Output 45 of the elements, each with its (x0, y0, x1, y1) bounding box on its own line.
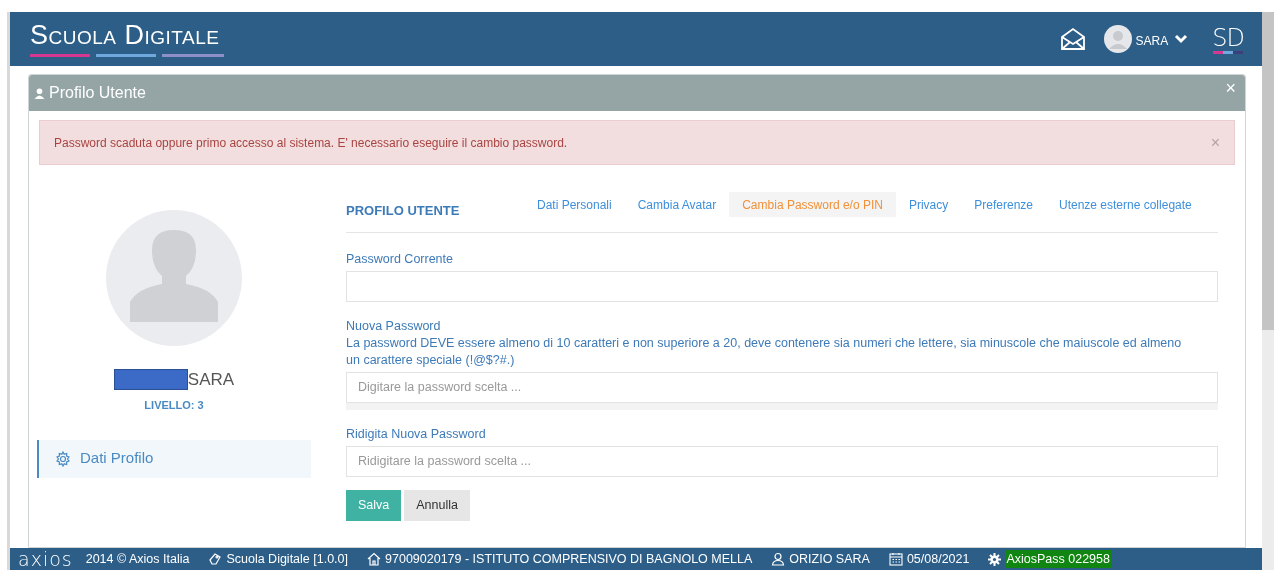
profile-tab[interactable]: Cambia Password e/o PIN (729, 192, 896, 218)
user-name-link[interactable]: SARA (1135, 31, 1169, 50)
calendar-icon (888, 552, 903, 566)
settings-icon (988, 552, 1002, 566)
section-title: PROFILO UTENTE (346, 202, 461, 220)
field-hint: La password DEVE essere almeno di 10 caratteri e non superiore a 20, deve contenere sia numeri che lettere, sia minuscole che maiuscole ed almeno un carattere speciale (!@$?#.) (346, 334, 1183, 369)
profile-tab[interactable]: Dati Personali (524, 192, 625, 218)
save-button[interactable]: Salva (346, 489, 402, 521)
scrollbar-track[interactable] (1262, 12, 1274, 570)
profile-tab[interactable]: Preferenze (961, 192, 1046, 218)
profile-tab[interactable]: Privacy (895, 192, 962, 218)
profile-level: LIVELLO: 3 (144, 398, 204, 413)
close-button[interactable]: × (1210, 134, 1220, 151)
scrollbar-thumb[interactable] (1262, 12, 1274, 330)
user-avatar-icon[interactable] (1103, 25, 1132, 53)
password-input-field[interactable]: Digitare la password scelta ... (346, 371, 1218, 403)
cancel-button[interactable]: Annulla (404, 489, 470, 521)
panel-title: Profilo Utente (49, 83, 146, 103)
footer-pass-text: AxiosPass 022958 (1005, 549, 1111, 569)
field-label: Ridigita Nuova Password (346, 425, 487, 443)
footer-user-text: ORIZIO SARA (789, 550, 870, 568)
alert-message: Password scaduta oppure primo accesso al sistema. E' necessario eseguire il cambio password. (54, 134, 569, 152)
password-input-field[interactable]: Ridigitare la password scelta ... (346, 445, 1218, 477)
user-icon (34, 87, 45, 99)
home-icon (367, 552, 382, 566)
field-label: Password Corrente (346, 250, 454, 268)
user-icon (771, 552, 786, 566)
mail-icon[interactable] (1059, 27, 1086, 51)
footer-copyright: 2014 © Axios Italia (85, 550, 190, 568)
axios-logo: axios (18, 549, 73, 569)
profile-tab[interactable]: Cambia Avatar (624, 192, 730, 218)
password-input-field[interactable] (346, 270, 1218, 302)
app-logo-title: Scuola Digitale (30, 20, 221, 50)
footer-school-text: 97009020179 - ISTITUTO COMPRENSIVO DI BAGNOLO MELLA (385, 550, 753, 568)
footer-date-text: 05/08/2021 (906, 550, 970, 568)
close-button[interactable]: × (1225, 79, 1236, 97)
chevron-down-icon[interactable] (1174, 34, 1189, 44)
profile-tab[interactable]: Utenze esterne collegate (1046, 192, 1205, 218)
gear-icon (55, 450, 71, 467)
field-label: Nuova Password (346, 317, 442, 335)
profile-name: SARA (187, 370, 235, 390)
logo-underline-drawing (1213, 50, 1244, 54)
app-logo-mark: SD (1212, 24, 1244, 51)
footer-app-text: Scuola Digitale [1.0.0] (226, 550, 349, 568)
sidebar-menu-item[interactable]: Dati Profilo (37, 439, 311, 478)
